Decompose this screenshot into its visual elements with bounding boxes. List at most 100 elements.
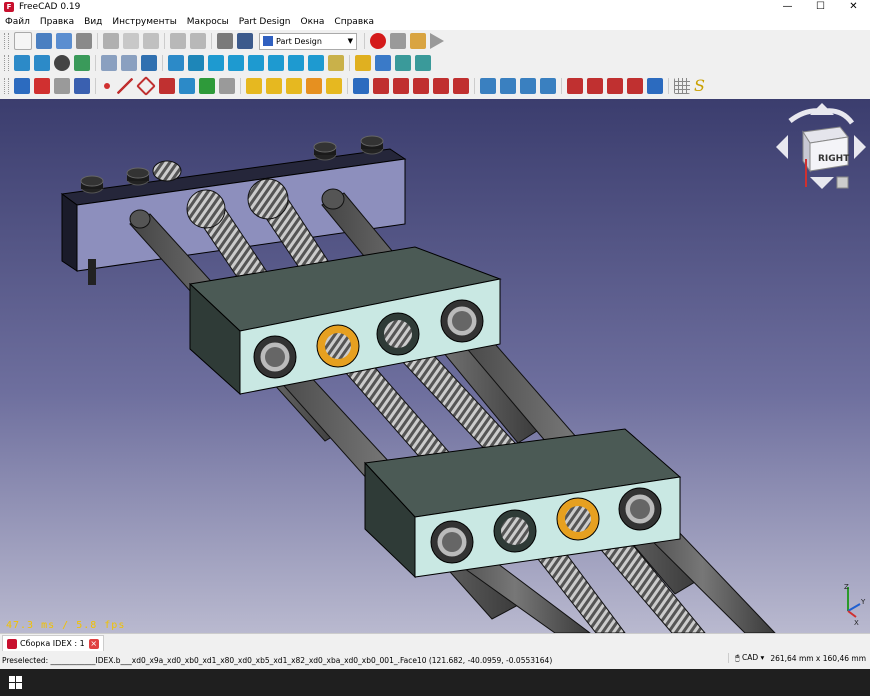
- save-icon[interactable]: [56, 33, 72, 49]
- navcube-mini-cube-icon[interactable]: [836, 176, 849, 189]
- fit-selection-icon[interactable]: [34, 55, 50, 71]
- play-macro-icon[interactable]: [430, 33, 444, 49]
- sub-shape-binder-icon[interactable]: [199, 78, 215, 94]
- sprocket-grid-icon[interactable]: [674, 78, 690, 94]
- navigation-cube[interactable]: RIGHT: [776, 103, 866, 189]
- separator: [95, 78, 96, 94]
- menu-edit[interactable]: Правка: [35, 17, 79, 27]
- navigation-style-button[interactable]: 🖱 CAD ▾: [728, 653, 764, 663]
- rotate-right-icon[interactable]: [824, 108, 855, 125]
- groove-icon[interactable]: [393, 78, 409, 94]
- view-left-icon[interactable]: [308, 55, 324, 71]
- additive-pipe-icon[interactable]: [306, 78, 322, 94]
- nav-arrow-left-icon[interactable]: [776, 135, 788, 159]
- part-icon[interactable]: [355, 55, 371, 71]
- separator: [211, 33, 212, 49]
- toolbar-grip[interactable]: [4, 55, 9, 71]
- back-arrow-icon[interactable]: [101, 55, 117, 71]
- linear-pattern-icon[interactable]: [500, 78, 516, 94]
- nav-arrow-right-icon[interactable]: [854, 135, 866, 159]
- sync-view-icon[interactable]: [141, 55, 157, 71]
- menu-help[interactable]: Справка: [329, 17, 379, 27]
- view-rear-icon[interactable]: [268, 55, 284, 71]
- menu-part-design[interactable]: Part Design: [234, 17, 296, 27]
- view-front-icon[interactable]: [208, 55, 224, 71]
- additive-primitive-icon[interactable]: [326, 78, 342, 94]
- whats-this-icon[interactable]: [237, 33, 253, 49]
- group-icon[interactable]: [375, 55, 391, 71]
- datum-plane-icon[interactable]: [136, 76, 156, 96]
- mirrored-icon[interactable]: [480, 78, 496, 94]
- sketch-icon[interactable]: [34, 78, 50, 94]
- document-tab[interactable]: Сборка IDEX : 1 ×: [2, 635, 104, 651]
- menu-macros[interactable]: Макросы: [182, 17, 234, 27]
- rotate-left-icon[interactable]: [788, 108, 823, 123]
- menu-tools[interactable]: Инструменты: [107, 17, 181, 27]
- redo-icon[interactable]: [190, 33, 206, 49]
- fillet-icon[interactable]: [567, 78, 583, 94]
- involute-gear-s-icon[interactable]: S: [694, 78, 710, 94]
- multi-transform-icon[interactable]: [540, 78, 556, 94]
- view-right-icon[interactable]: [248, 55, 264, 71]
- 3d-viewport[interactable]: RIGHT Z Y X 47.3 ms / 5.8 fps: [0, 99, 870, 633]
- new-document-icon[interactable]: [14, 32, 32, 50]
- view-isometric-icon[interactable]: [188, 55, 204, 71]
- validate-sketch-icon[interactable]: [54, 78, 70, 94]
- hole-icon[interactable]: [373, 78, 389, 94]
- forward-arrow-icon[interactable]: [121, 55, 137, 71]
- maximize-button[interactable]: ☐: [804, 0, 837, 14]
- shape-binder-2-icon[interactable]: [179, 78, 195, 94]
- record-macro-icon[interactable]: [370, 33, 386, 49]
- close-button[interactable]: ✕: [837, 0, 870, 14]
- nav-arrow-down-icon[interactable]: [810, 177, 834, 189]
- toolbar-grip[interactable]: [4, 33, 9, 49]
- toolbar-view: [0, 52, 870, 74]
- edit-macro-icon[interactable]: [410, 33, 426, 49]
- zoom-icon[interactable]: [168, 55, 184, 71]
- link-icon[interactable]: [395, 55, 411, 71]
- stop-macro-icon[interactable]: [390, 33, 406, 49]
- chamfer-icon[interactable]: [587, 78, 603, 94]
- view-top-icon[interactable]: [228, 55, 244, 71]
- subtractive-pipe-icon[interactable]: [433, 78, 449, 94]
- subtractive-primitive-icon[interactable]: [453, 78, 469, 94]
- bounding-box-icon[interactable]: [74, 55, 90, 71]
- paste-icon[interactable]: [143, 33, 159, 49]
- pad-icon[interactable]: [246, 78, 262, 94]
- link-actions-icon[interactable]: [415, 55, 431, 71]
- subtractive-loft-icon[interactable]: [413, 78, 429, 94]
- undo-icon[interactable]: [170, 33, 186, 49]
- polar-pattern-icon[interactable]: [520, 78, 536, 94]
- clone-icon[interactable]: [219, 78, 235, 94]
- toolbar-grip[interactable]: [4, 78, 9, 94]
- close-tab-icon[interactable]: ×: [88, 638, 99, 649]
- measure-distance-icon[interactable]: [328, 55, 344, 71]
- datum-point-icon[interactable]: [104, 83, 110, 89]
- menu-file[interactable]: Файл: [0, 17, 35, 27]
- boolean-icon[interactable]: [647, 78, 663, 94]
- copy-icon[interactable]: [123, 33, 139, 49]
- fit-all-icon[interactable]: [14, 55, 30, 71]
- cut-icon[interactable]: [103, 33, 119, 49]
- thickness-icon[interactable]: [627, 78, 643, 94]
- local-coordinate-icon[interactable]: [159, 78, 175, 94]
- datum-line-icon[interactable]: [117, 78, 133, 94]
- workbench-selector[interactable]: Part Design ▼: [259, 32, 357, 50]
- minimize-button[interactable]: —: [771, 0, 804, 14]
- open-folder-icon[interactable]: [36, 33, 52, 49]
- menu-windows[interactable]: Окна: [296, 17, 330, 27]
- body-icon[interactable]: [14, 78, 30, 94]
- refresh-icon[interactable]: [217, 33, 233, 49]
- pocket-icon[interactable]: [353, 78, 369, 94]
- shape-binder-icon[interactable]: [74, 78, 90, 94]
- menu-view[interactable]: Вид: [79, 17, 107, 27]
- revolution-icon[interactable]: [266, 78, 282, 94]
- windows-start-icon[interactable]: [9, 676, 22, 689]
- draft-icon[interactable]: [607, 78, 623, 94]
- title-bar: F FreeCAD 0.19 — ☐ ✕: [0, 0, 870, 14]
- draw-style-icon[interactable]: [54, 55, 70, 71]
- additive-loft-icon[interactable]: [286, 78, 302, 94]
- print-icon[interactable]: [76, 33, 92, 49]
- view-bottom-icon[interactable]: [288, 55, 304, 71]
- separator: [668, 78, 669, 94]
